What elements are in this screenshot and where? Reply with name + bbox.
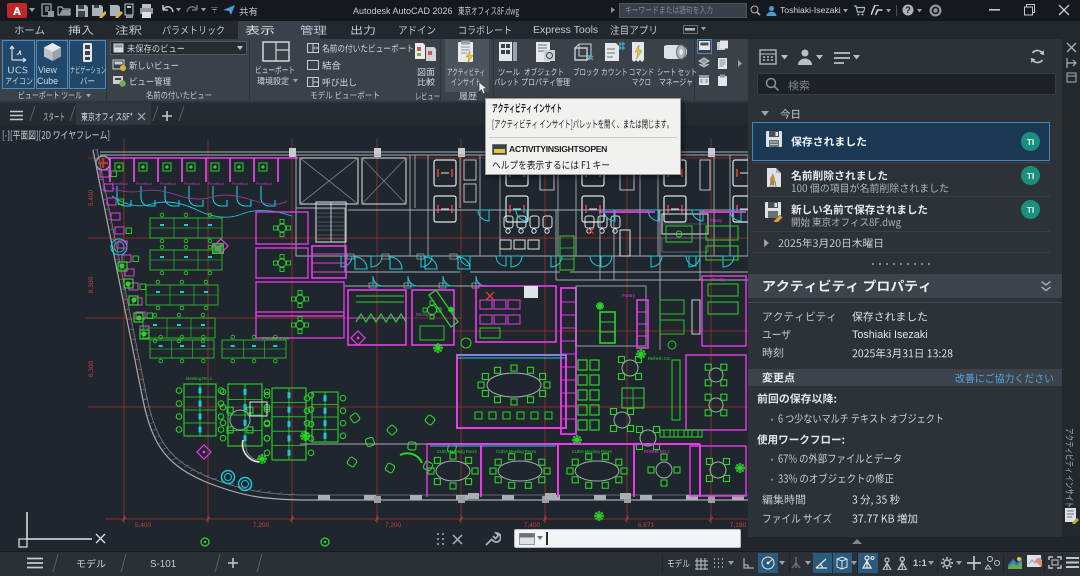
svg-text:Refresh Cnr: Refresh Cnr	[648, 356, 671, 361]
svg-text:PhoneBoot: PhoneBoot	[208, 182, 224, 186]
svg-text:TI: TI	[1027, 137, 1035, 147]
svg-text:CUDA Meeting Room: CUDA Meeting Room	[572, 449, 613, 454]
svg-text:7,400: 7,400	[524, 522, 541, 529]
svg-text:PROJECT WK: PROJECT WK	[262, 336, 290, 341]
svg-text:6,671: 6,671	[638, 522, 655, 529]
svg-text:PhoneBoot: PhoneBoot	[232, 182, 248, 186]
svg-text:PhoneBoot: PhoneBoot	[136, 182, 152, 186]
svg-text:8,300: 8,300	[88, 360, 95, 377]
svg-text:TI: TI	[1027, 205, 1035, 215]
svg-text:7,200: 7,200	[385, 522, 402, 529]
svg-text:Pantry: Pantry	[710, 218, 723, 223]
svg-text:7,190: 7,190	[730, 522, 747, 529]
svg-text:PhoneBoot: PhoneBoot	[112, 182, 128, 186]
svg-text:Reception: Reception	[416, 312, 436, 317]
svg-text:Pantry: Pantry	[712, 277, 726, 282]
svg-text:PhoneBoot: PhoneBoot	[256, 182, 272, 186]
svg-text:PhoneBoot: PhoneBoot	[184, 182, 200, 186]
svg-text:PhoneBoot: PhoneBoot	[160, 182, 176, 186]
svg-text:CUDA Meeting Room: CUDA Meeting Room	[496, 449, 537, 454]
svg-text:Meeting Rm 1: Meeting Rm 1	[186, 376, 213, 381]
svg-text:8,300: 8,300	[88, 276, 95, 293]
svg-text:5,400: 5,400	[88, 189, 95, 206]
svg-text:Pantry: Pantry	[622, 293, 636, 298]
svg-text:7,200: 7,200	[253, 522, 270, 529]
svg-text:5,400: 5,400	[135, 522, 152, 529]
svg-text:PHONE BO 2: PHONE BO 2	[644, 449, 670, 454]
svg-text:TI: TI	[1027, 171, 1035, 181]
svg-text:?: ?	[905, 5, 911, 15]
svg-text:CUDA Meeting Room: CUDA Meeting Room	[437, 449, 478, 454]
